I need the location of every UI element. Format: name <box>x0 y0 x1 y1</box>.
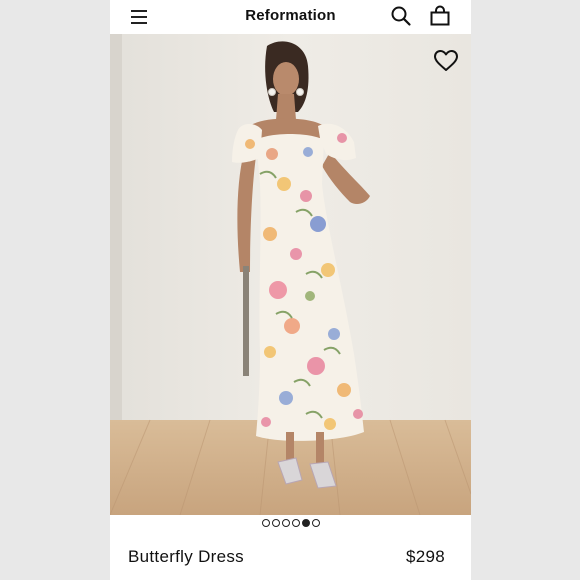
carousel-dot[interactable] <box>291 519 300 527</box>
screenshot-frame: Reformation Butterfly Dress $298 <box>0 0 580 580</box>
menu-icon[interactable] <box>130 7 150 27</box>
heart-icon[interactable] <box>433 49 459 73</box>
brand-logo[interactable]: Reformation <box>110 7 471 24</box>
product-title: Butterfly Dress <box>128 547 244 566</box>
carousel-dot[interactable] <box>281 519 290 527</box>
product-image[interactable] <box>110 34 471 515</box>
carousel-dot[interactable] <box>271 519 280 527</box>
top-nav-bar: Reformation <box>110 0 471 34</box>
product-page: Reformation Butterfly Dress $298 <box>110 0 471 580</box>
carousel-dot[interactable] <box>261 519 270 527</box>
model-photo <box>110 34 471 515</box>
search-icon[interactable] <box>390 5 412 27</box>
carousel-dot-active[interactable] <box>301 519 310 527</box>
carousel-dot[interactable] <box>311 519 320 527</box>
carousel-indicator <box>110 519 471 531</box>
product-price: $298 <box>405 547 445 566</box>
bag-icon[interactable] <box>429 5 451 27</box>
